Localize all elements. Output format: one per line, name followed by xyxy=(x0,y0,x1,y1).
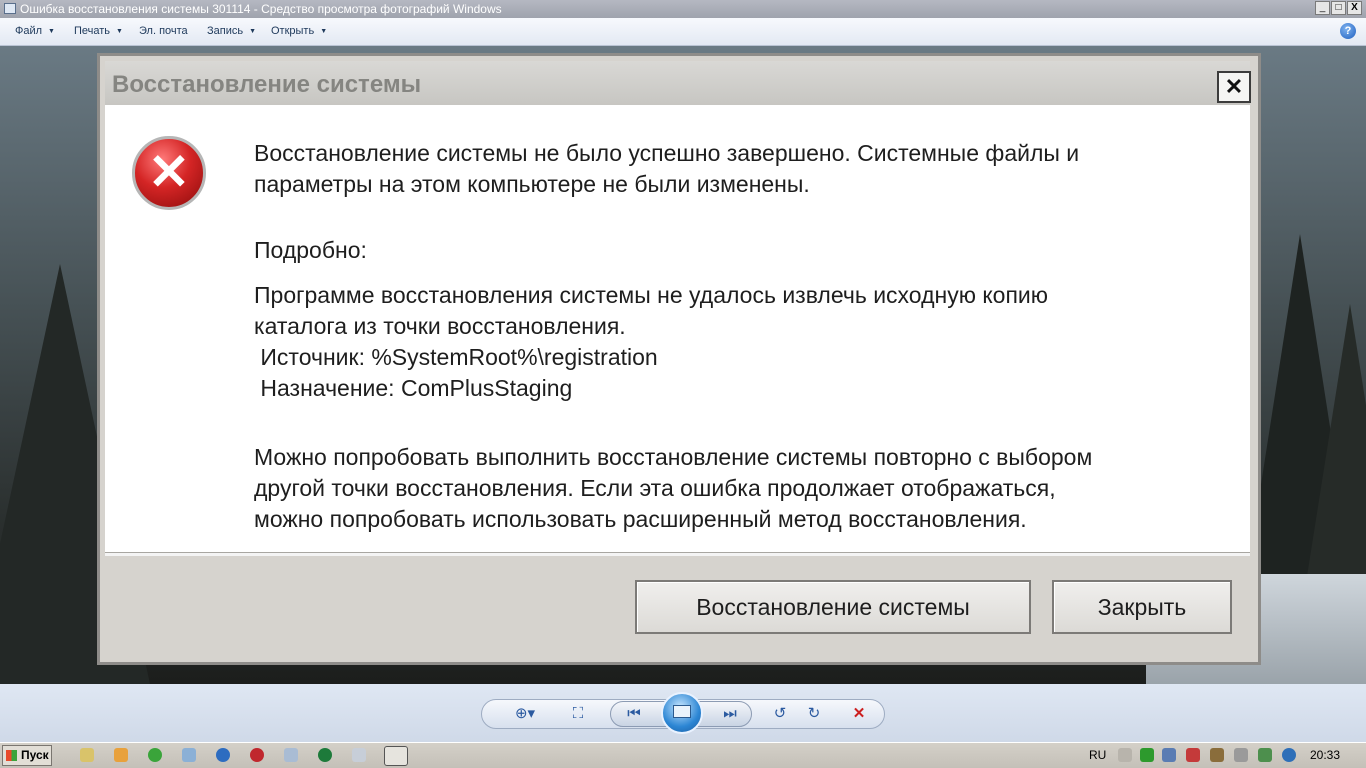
help-icon[interactable]: ? xyxy=(1340,23,1356,39)
tray-app-icon[interactable] xyxy=(1258,748,1272,762)
close-window-button[interactable]: X xyxy=(1347,1,1362,15)
photo-viewer-app-icon xyxy=(4,3,16,14)
window-title: Ошибка восстановления системы 301114 - С… xyxy=(20,2,502,16)
tray-app-icon[interactable] xyxy=(1282,748,1296,762)
delete-icon[interactable]: ✕ xyxy=(849,705,869,723)
fit-window-icon[interactable]: ⛶ xyxy=(568,705,588,723)
error-icon: ✕ xyxy=(132,136,206,210)
viewer-toolbar: ⊕▾ ⛶ ⏮ ⏭ ↺ ↻ ✕ xyxy=(0,684,1366,742)
rotate-right-icon[interactable]: ↻ xyxy=(804,705,824,723)
close-button[interactable]: Закрыть xyxy=(1052,580,1232,634)
details-line: каталога из точки восстановления. xyxy=(254,313,626,339)
windows-flag-icon xyxy=(6,750,17,761)
photo-viewer-task-button[interactable] xyxy=(384,746,408,766)
advice-line: другой точки восстановления. Если эта ош… xyxy=(254,475,1056,501)
dialog-separator xyxy=(105,552,1250,556)
dialog-title: Восстановление системы xyxy=(112,71,422,98)
tray-app-icon[interactable] xyxy=(1140,748,1154,762)
previous-icon[interactable]: ⏮ xyxy=(624,705,644,723)
details-destination: Назначение: ComPlusStaging xyxy=(254,375,573,401)
dialog-body: ✕ Восстановление системы не было успешно… xyxy=(105,105,1250,552)
file-icon[interactable] xyxy=(352,748,366,762)
next-icon[interactable]: ⏭ xyxy=(720,705,740,723)
dialog-titlebar: Восстановление системы ✕ xyxy=(105,61,1251,105)
details-label: Подробно: xyxy=(254,237,367,263)
system-restore-button[interactable]: Восстановление системы xyxy=(635,580,1031,634)
network-icon[interactable] xyxy=(182,748,196,762)
taskbar: Пуск RU 20:33 xyxy=(0,742,1366,768)
menu-print[interactable]: Печать ▼ xyxy=(74,25,123,37)
slideshow-button[interactable] xyxy=(661,692,703,734)
advice-line: можно попробовать использовать расширенн… xyxy=(254,506,1027,532)
minimize-button[interactable]: _ xyxy=(1315,1,1330,15)
menu-burn[interactable]: Запись ▼ xyxy=(207,25,256,37)
chevron-down-icon: ▼ xyxy=(320,28,328,35)
menu-file[interactable]: Файл ▼ xyxy=(15,25,55,37)
window-titlebar[interactable]: Ошибка восстановления системы 301114 - С… xyxy=(0,0,1366,18)
maximize-button[interactable]: □ xyxy=(1331,1,1346,15)
details-source: Источник: %SystemRoot%\registration xyxy=(254,344,658,370)
app-icon[interactable] xyxy=(318,748,332,762)
chevron-down-icon: ▼ xyxy=(48,28,55,35)
tray-app-icon[interactable] xyxy=(1210,748,1224,762)
dialog-close-button[interactable]: ✕ xyxy=(1217,71,1251,103)
icq-icon[interactable] xyxy=(148,748,162,762)
advice-line: Можно попробовать выполнить восстановлен… xyxy=(254,444,1093,470)
tray-app-icon[interactable] xyxy=(1186,748,1200,762)
start-button[interactable]: Пуск xyxy=(2,745,52,766)
tray-expand-icon[interactable] xyxy=(1118,748,1132,762)
clock: 20:33 xyxy=(1310,748,1341,762)
document-icon[interactable] xyxy=(284,748,298,762)
opera-icon[interactable] xyxy=(250,748,264,762)
rotate-left-icon[interactable]: ↺ xyxy=(770,705,790,723)
message-line: Восстановление системы не было успешно з… xyxy=(254,140,1080,166)
menu-bar: Файл ▼ Печать ▼ Эл. почта Запись ▼ Открыть ▼… xyxy=(0,18,1366,46)
message-line: параметры на этом компьютере не были изм… xyxy=(254,171,810,197)
explorer-icon[interactable] xyxy=(80,748,94,762)
slideshow-icon xyxy=(673,705,691,718)
details-line: Программе восстановления системы не удал… xyxy=(254,282,1049,308)
language-indicator[interactable]: RU xyxy=(1089,748,1106,762)
chevron-down-icon: ▼ xyxy=(116,28,123,35)
zoom-icon[interactable]: ⊕▾ xyxy=(509,705,541,723)
system-restore-dialog: Восстановление системы ✕ ✕ Восстановлени… xyxy=(97,53,1261,665)
media-icon[interactable] xyxy=(114,748,128,762)
volume-icon[interactable] xyxy=(1234,748,1248,762)
tray-app-icon[interactable] xyxy=(1162,748,1176,762)
chevron-down-icon: ▼ xyxy=(249,28,257,35)
browser-icon[interactable] xyxy=(216,748,230,762)
menu-email[interactable]: Эл. почта xyxy=(139,25,188,37)
menu-open[interactable]: Открыть ▼ xyxy=(271,25,327,37)
